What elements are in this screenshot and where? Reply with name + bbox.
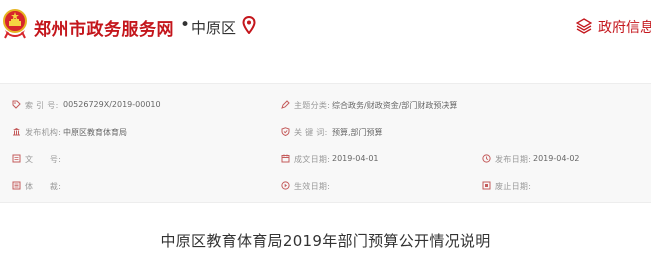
written-date-label: 成文日期: — [294, 155, 331, 164]
index-number-field: 索 引 号: 00526729X/2019-00010 — [12, 97, 272, 113]
index-number-value: 00526729X/2019-00010 — [63, 100, 161, 109]
genre-label: 体 裁: — [25, 182, 62, 191]
layers-icon — [576, 18, 592, 34]
publish-date-label: 发布日期: — [495, 155, 532, 164]
national-emblem-logo[interactable] — [2, 7, 28, 40]
gov-info-label: 政府信息 — [598, 20, 651, 36]
issuer-label: 发布机构: — [25, 128, 62, 137]
title-separator: • — [180, 15, 191, 35]
document-number-label: 文 号: — [25, 155, 62, 164]
pencil-icon — [281, 100, 290, 109]
site-header: 郑州市政务服务网 • 中原区 政府信息 — [0, 0, 651, 58]
keywords-label: 关 键 词: — [294, 128, 328, 137]
building-icon — [13, 128, 20, 136]
play-circle-icon — [281, 181, 290, 190]
keywords-value: 预算,部门预算 — [332, 128, 383, 137]
topic-category-label: 主题分类: — [294, 101, 331, 110]
expiry-date-field: 废止日期: — [482, 178, 642, 194]
document-info-panel: 索 引 号: 00526729X/2019-00010 主题分类: 综合政务/财… — [0, 83, 651, 203]
issuer-value: 中原区教育体育局 — [63, 128, 127, 137]
index-number-label: 索 引 号: — [25, 101, 59, 110]
document-number-field: 文 号: — [12, 151, 272, 167]
calendar-icon — [281, 154, 290, 163]
district-selector[interactable]: 中原区 — [191, 17, 236, 38]
publish-date-value: 2019-04-02 — [533, 154, 580, 163]
keywords-field: 关 键 词: 预算,部门预算 — [281, 124, 541, 140]
effective-date-field: 生效日期: — [281, 178, 461, 194]
issuer-field: 发布机构: 中原区教育体育局 — [12, 124, 272, 140]
list-icon — [12, 181, 21, 190]
document-icon — [12, 154, 21, 163]
location-pin-icon[interactable] — [242, 16, 256, 34]
written-date-field: 成文日期: 2019-04-01 — [281, 151, 461, 167]
tag-icon — [12, 100, 21, 109]
document-title: 中原区教育体育局2019年部门预算公开情况说明 — [160, 232, 491, 250]
site-name[interactable]: 郑州市政务服务网 — [34, 15, 174, 40]
topic-category-value[interactable]: 综合政务/财政资金/部门财政预决算 — [332, 100, 457, 111]
shield-check-icon — [281, 127, 290, 136]
effective-date-label: 生效日期: — [294, 182, 331, 191]
stop-icon — [482, 181, 491, 190]
topic-category-field: 主题分类: 综合政务/财政资金/部门财政预决算 — [281, 97, 541, 113]
genre-field: 体 裁: — [12, 178, 272, 194]
expiry-date-label: 废止日期: — [495, 182, 532, 191]
publish-date-field: 发布日期: 2019-04-02 — [482, 151, 642, 167]
clock-icon — [482, 154, 491, 163]
written-date-value: 2019-04-01 — [332, 154, 379, 163]
